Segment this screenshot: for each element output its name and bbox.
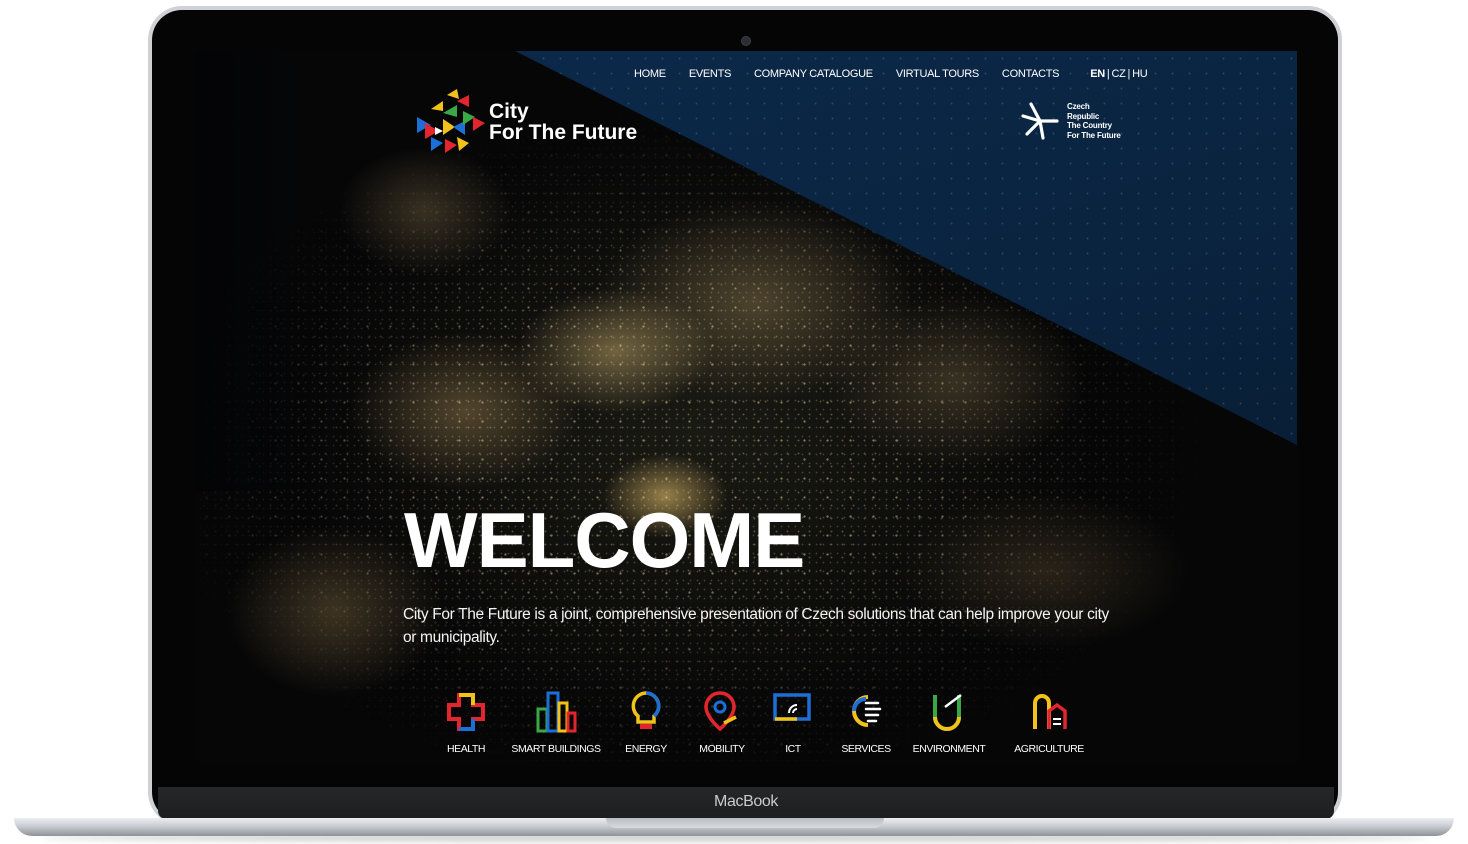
category-label: SMART BUILDINGS [511,743,601,755]
ict-screen-icon [773,693,811,721]
atlantic-shade [195,51,315,491]
category-smart-buildings[interactable]: SMART BUILDINGS [511,689,601,755]
category-health[interactable]: HEALTH [431,689,501,755]
category-mobility[interactable]: MOBILITY [687,689,757,755]
category-label: HEALTH [447,743,485,755]
energy-bulb-icon [631,691,661,729]
nav-item-contacts[interactable]: CONTACTS [1002,68,1060,80]
nav-item-virtual-tours[interactable]: VIRTUAL TOURS [896,68,979,80]
category-environment[interactable]: ENVIRONMENT [909,689,989,755]
czech-republic-badge[interactable]: Czech Republic The Country For The Futur… [1021,101,1121,141]
language-switcher: EN | CZ | HU [1090,68,1147,80]
laptop-hinge: MacBook [158,787,1334,819]
mobility-pin-icon [704,691,737,732]
badge-line-3: The Country [1067,121,1112,130]
lang-en[interactable]: EN [1090,68,1105,80]
intro-text: City For The Future is a joint, comprehe… [403,606,1109,646]
city-for-the-future-logo-icon [417,89,485,153]
website-screen: City For The Future HOME EVENTS COMPANY … [195,51,1297,762]
nav-item-company-catalogue[interactable]: COMPANY CATALOGUE [754,68,873,80]
lang-separator: | [1106,68,1110,80]
main-nav: HOME EVENTS COMPANY CATALOGUE VIRTUAL TO… [634,66,1148,82]
badge-line-1: Czech [1067,102,1090,111]
category-label: AGRICULTURE [1014,743,1084,755]
lang-separator: | [1127,68,1131,80]
logo-text: City For The Future [489,101,637,143]
category-label: ENVIRONMENT [912,743,986,755]
badge-text: Czech Republic The Country For The Futur… [1067,102,1121,140]
camera-icon [741,36,751,46]
logo-line-1: City [489,100,529,123]
category-services[interactable]: SERVICES [831,689,901,755]
badge-line-2: Republic [1067,111,1100,121]
site-logo[interactable]: City For The Future [417,87,637,157]
laptop-notch [606,818,884,828]
smart-buildings-icon [536,691,577,733]
agriculture-silo-icon [1033,694,1067,729]
category-energy[interactable]: ENERGY [611,689,681,755]
device-label: MacBook [714,793,778,810]
environment-leaf-icon [933,694,962,731]
category-label: SERVICES [841,743,891,755]
health-cross-icon [447,693,485,731]
logo-line-2: For The Future [489,121,638,144]
badge-line-4: For The Future [1067,130,1121,140]
category-label: ICT [785,743,801,755]
services-hand-icon [852,695,882,727]
czech-republic-star-icon [1021,102,1059,140]
nav-item-home[interactable]: HOME [634,68,666,80]
category-agriculture[interactable]: AGRICULTURE [1009,689,1089,755]
nav-item-events[interactable]: EVENTS [689,68,732,80]
lang-cz[interactable]: CZ [1111,68,1125,80]
lang-hu[interactable]: HU [1132,68,1148,80]
category-label: MOBILITY [699,743,745,755]
welcome-heading: WELCOME [404,496,805,584]
category-ict[interactable]: ICT [763,689,823,755]
category-label: ENERGY [625,743,667,755]
